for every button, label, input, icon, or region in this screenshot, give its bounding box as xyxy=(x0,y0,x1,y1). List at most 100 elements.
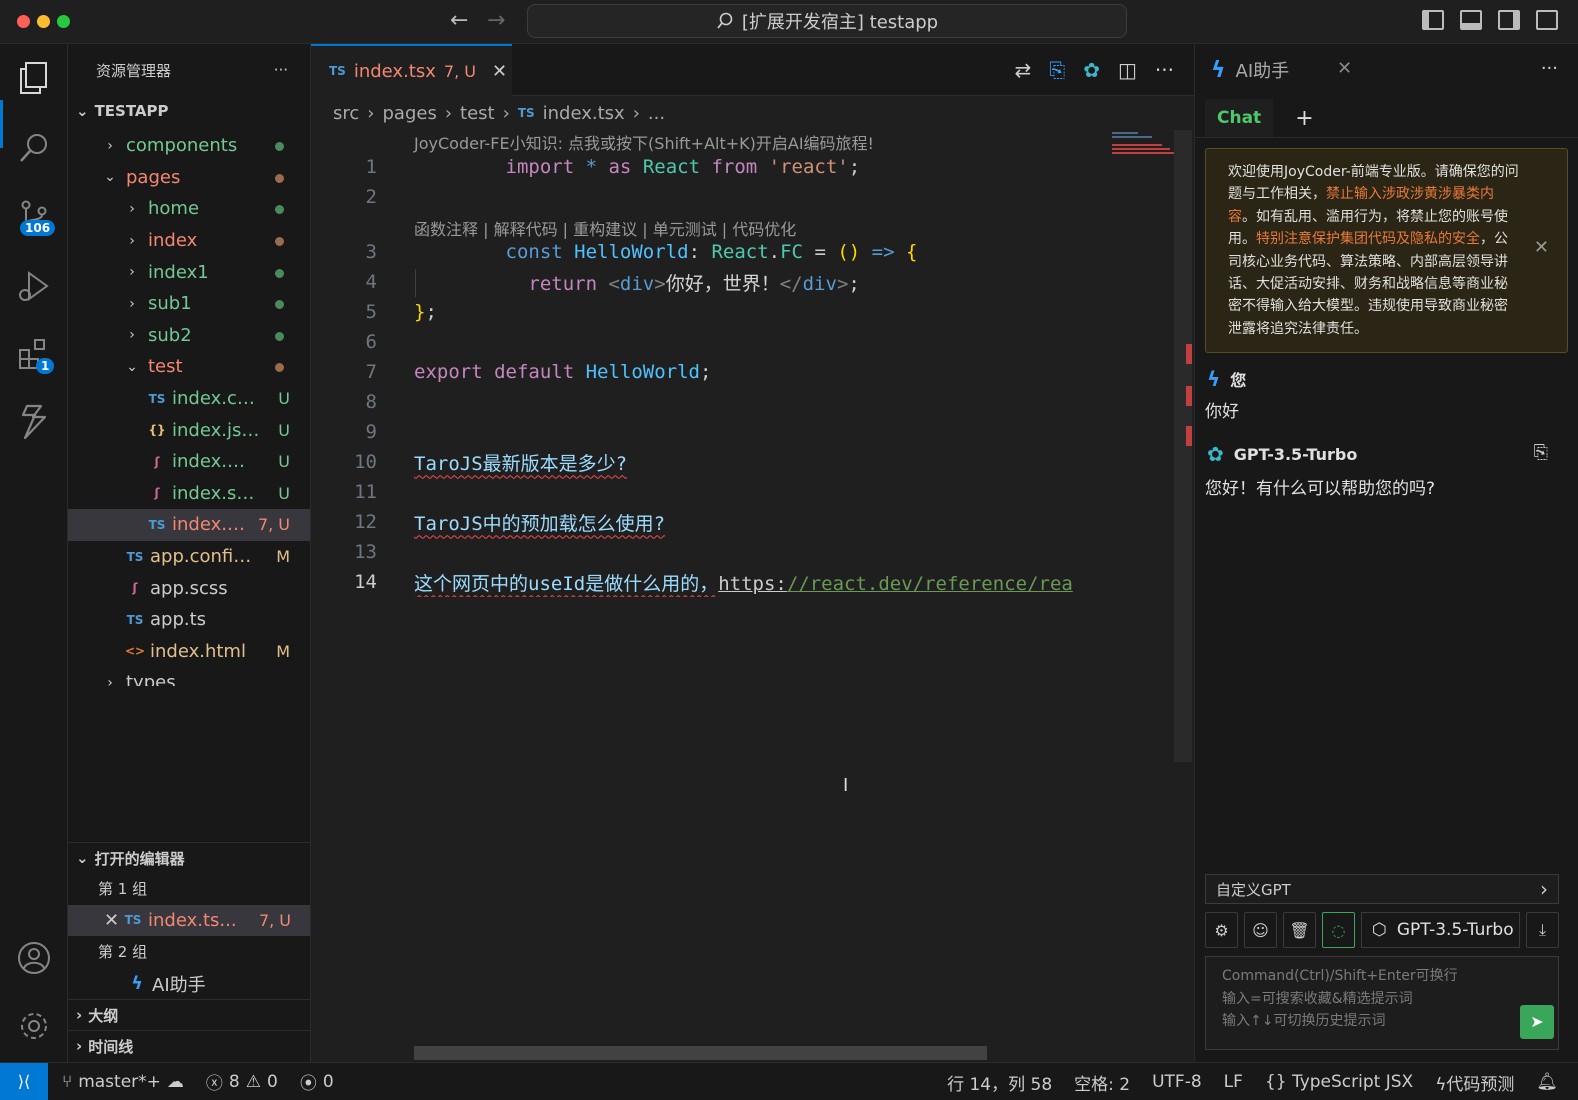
language-mode[interactable]: {} TypeScript JSX xyxy=(1265,1072,1413,1092)
joycoder-icon[interactable] xyxy=(14,402,54,442)
compare-changes-icon[interactable]: ⇄ xyxy=(1014,58,1031,82)
chat-tab[interactable]: Chat xyxy=(1205,99,1274,137)
editor-group-1[interactable]: 第 1 组 xyxy=(68,873,310,905)
custom-gpt-selector[interactable]: 自定义GPT › xyxy=(1205,874,1559,904)
open-changes-icon[interactable]: ⎘ xyxy=(1049,58,1065,82)
account-icon[interactable] xyxy=(14,938,54,978)
ai-subtabs: Chat + xyxy=(1195,96,1578,138)
explorer-icon[interactable] xyxy=(14,58,54,98)
activity-bar: 106 1 xyxy=(0,44,68,1062)
tree-folder[interactable]: › index1 xyxy=(68,256,310,288)
tree-file[interactable]: ʃ index.scss U xyxy=(68,478,310,510)
maximize-window-button[interactable] xyxy=(57,15,70,28)
more-actions-icon[interactable]: ··· xyxy=(1541,58,1558,79)
back-arrow-icon[interactable]: ← xyxy=(450,8,468,33)
breadcrumb-item[interactable]: pages xyxy=(382,103,436,124)
copy-icon[interactable]: ⎘ xyxy=(1534,442,1548,463)
close-icon[interactable]: ✕ xyxy=(104,910,122,931)
end-of-line[interactable]: LF xyxy=(1224,1072,1243,1092)
model-selector[interactable]: ⬡ GPT-3.5-Turbo xyxy=(1361,912,1520,948)
command-center[interactable]: [扩展开发宿主] testapp xyxy=(527,4,1127,38)
more-actions-icon[interactable]: ··· xyxy=(1155,58,1174,82)
tree-file[interactable]: TS app.config.ts M xyxy=(68,541,310,573)
tree-file[interactable]: ʃ index.modu... U xyxy=(68,446,310,478)
tree-folder[interactable]: › sub1 xyxy=(68,288,310,320)
close-notice-icon[interactable]: ✕ xyxy=(1534,237,1549,259)
toggle-primary-sidebar-icon[interactable] xyxy=(1422,10,1444,30)
chevron-right-icon: › xyxy=(129,232,135,249)
chat-mode-icon[interactable]: ◌ xyxy=(1322,912,1355,948)
chevron-right-icon: › xyxy=(129,327,135,344)
new-chat-button[interactable]: + xyxy=(1277,99,1331,137)
run-debug-icon[interactable] xyxy=(14,266,54,306)
close-icon[interactable]: ✕ xyxy=(1337,58,1352,79)
tree-folder[interactable]: › home xyxy=(68,193,310,225)
extensions-icon[interactable]: 1 xyxy=(14,334,55,374)
minimap[interactable] xyxy=(1112,130,1174,160)
notifications-bell-icon[interactable]: 🔔︎ xyxy=(1536,1072,1558,1092)
search-activity-icon[interactable] xyxy=(14,128,54,168)
forward-arrow-icon[interactable]: → xyxy=(487,8,505,33)
editor-group-2[interactable]: 第 2 组 xyxy=(68,936,310,968)
open-editor-item[interactable]: ✕ TS index.ts... 7, U xyxy=(68,904,310,937)
bot-name: GPT-3.5-Turbo xyxy=(1233,444,1358,464)
breadcrumb-item[interactable]: ... xyxy=(648,103,665,124)
vertical-scrollbar[interactable] xyxy=(1174,130,1192,762)
breadcrumb-item[interactable]: src xyxy=(333,103,359,124)
minimize-window-button[interactable] xyxy=(37,15,50,28)
tree-folder[interactable]: › types xyxy=(68,667,310,686)
indentation[interactable]: 空格: 2 xyxy=(1074,1070,1130,1095)
download-icon[interactable]: ⤓ xyxy=(1526,912,1559,948)
workspace-root[interactable]: ⌄ TESTAPP xyxy=(68,96,310,126)
code-prediction[interactable]: ϟ代码预测 xyxy=(1435,1070,1514,1095)
customize-layout-icon[interactable] xyxy=(1536,10,1558,30)
source-control-icon[interactable]: 106 xyxy=(14,196,56,236)
split-editor-icon[interactable]: ◫ xyxy=(1118,58,1137,82)
code-line: 1 import * as React from 'react'; xyxy=(311,152,1111,182)
git-branch[interactable]: ⑂ master*+ ☁ xyxy=(62,1072,184,1092)
cursor-position[interactable]: 行 14，列 58 xyxy=(947,1070,1052,1095)
prompt-library-icon[interactable]: ☺ xyxy=(1244,912,1277,948)
tree-folder[interactable]: ⌄ test xyxy=(68,351,310,383)
active-indicator xyxy=(0,100,3,148)
code-editor[interactable]: JoyCoder-FE小知识: 点我或按下(Shift+Alt+K)开启AI编码… xyxy=(311,130,1181,1050)
encoding[interactable]: UTF-8 xyxy=(1152,1072,1202,1092)
message-header: ✿ GPT-3.5-Turbo xyxy=(1195,442,1578,466)
tree-folder[interactable]: › sub2 xyxy=(68,320,310,352)
send-icon: ➤ xyxy=(1530,1011,1544,1031)
breadcrumb-item[interactable]: index.tsx xyxy=(543,103,625,124)
problems-indicator[interactable]: ⓧ 8 ⚠ 0 xyxy=(206,1069,278,1095)
tree-file[interactable]: <> index.html M xyxy=(68,636,310,668)
message-header: ϟ 您 xyxy=(1195,367,1578,391)
settings-gear-icon[interactable]: ⚙ xyxy=(1205,912,1238,948)
outline-section[interactable]: › 大纲 xyxy=(68,1000,310,1030)
explorer-sidebar: 资源管理器 ··· ⌄ TESTAPP › components ⌄ pages › ho… xyxy=(68,44,311,1062)
settings-gear-icon[interactable] xyxy=(14,1006,54,1046)
breadcrumb-item[interactable]: test xyxy=(460,103,495,124)
tree-file[interactable]: {} index.json U xyxy=(68,414,310,446)
chat-input[interactable]: Command(Ctrl)/Shift+Enter可换行 输入=可搜索收藏&精选… xyxy=(1205,956,1559,1050)
tree-folder[interactable]: › index xyxy=(68,225,310,257)
editor-tab-index-tsx[interactable]: TS index.tsx 7, U ✕ xyxy=(311,44,512,96)
close-window-button[interactable] xyxy=(17,15,30,28)
remote-indicator-icon[interactable]: ⟩⟨ xyxy=(0,1062,48,1100)
close-tab-icon[interactable]: ✕ xyxy=(492,61,507,82)
send-button[interactable]: ➤ xyxy=(1520,1005,1554,1039)
openai-icon[interactable]: ✿ xyxy=(1083,58,1100,82)
open-editors-header[interactable]: ⌄ 打开的编辑器 xyxy=(68,843,310,873)
toggle-secondary-sidebar-icon[interactable] xyxy=(1498,10,1520,30)
tree-file[interactable]: TS index.confi... U xyxy=(68,383,310,415)
tree-file[interactable]: TS index.tsx 7, U xyxy=(68,509,310,541)
trash-icon[interactable]: 🗑︎ xyxy=(1283,912,1316,948)
more-actions-icon[interactable]: ··· xyxy=(274,61,288,79)
horizontal-scrollbar[interactable] xyxy=(414,1046,987,1060)
tree-file[interactable]: TS app.ts xyxy=(68,604,310,636)
ports-indicator[interactable]: ⦿ 0 xyxy=(300,1069,334,1095)
tree-file[interactable]: ʃ app.scss xyxy=(68,572,310,604)
open-editor-item[interactable]: ϟ AI助手 xyxy=(68,968,310,1000)
tree-folder[interactable]: ⌄ pages xyxy=(68,162,310,194)
timeline-section[interactable]: › 时间线 xyxy=(68,1031,310,1061)
tree-folder[interactable]: › components xyxy=(68,130,310,162)
user-name: 您 xyxy=(1230,371,1247,391)
toggle-panel-icon[interactable] xyxy=(1460,10,1482,30)
